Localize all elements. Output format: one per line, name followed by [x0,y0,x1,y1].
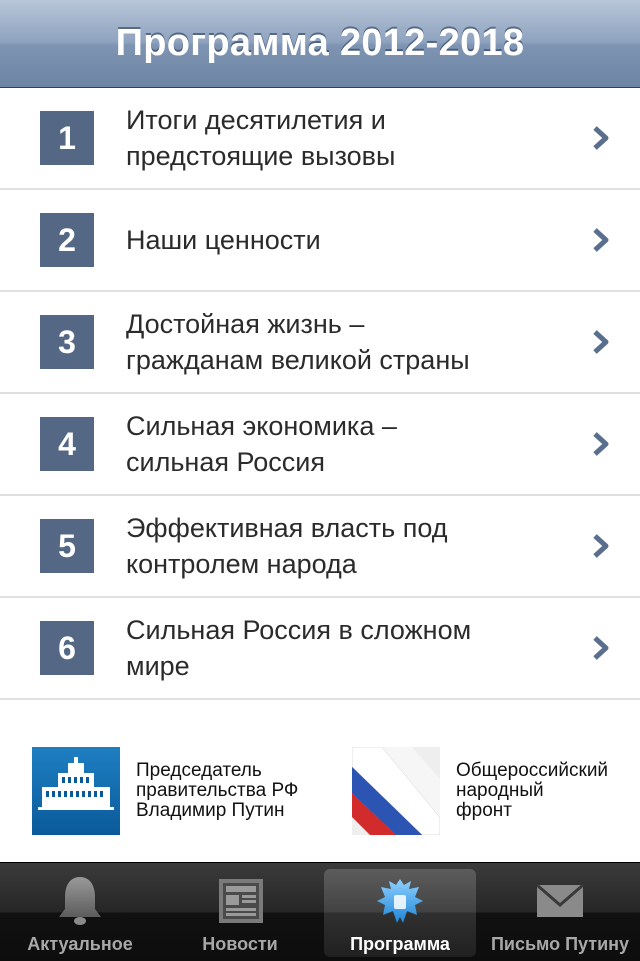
tab-pismo-putinu[interactable]: Письмо Путину [484,869,636,957]
section-title: Достойная жизнь – гражданам великой стра… [126,309,470,375]
tricolor-flag-icon [352,747,440,835]
section-row-6[interactable]: 6 Сильная Россия в сложном мире [0,598,640,700]
section-title: Сильная экономика – сильная Россия [126,411,397,477]
bell-icon [59,877,101,925]
program-section-list: 1 Итоги десятилетия и предстоящие вызовы… [0,88,640,700]
chevron-right-icon [593,534,609,558]
chevron-right-icon [593,126,609,150]
section-row-4[interactable]: 4 Сильная экономика – сильная Россия [0,394,640,496]
section-title: Наши ценности [126,225,321,255]
section-number-badge: 2 [40,213,94,267]
tab-label: Актуальное [27,934,133,954]
partner-text: Общероссийский народный фронт [456,760,609,821]
newspaper-icon [219,879,263,923]
section-number-badge: 5 [40,519,94,573]
section-row-2[interactable]: 2 Наши ценности [0,190,640,292]
partner-link-putin[interactable]: Председатель правительства РФ Владимир П… [32,746,298,836]
section-row-5[interactable]: 5 Эффективная власть под контролем народ… [0,496,640,598]
coat-of-arms-icon [377,879,423,923]
tab-programma[interactable]: Программа [324,869,476,957]
partner-link-front[interactable]: Общероссийский народный фронт [352,746,608,836]
navigation-bar: Программа 2012-2018 [0,0,640,88]
page-title: Программа 2012-2018 [115,22,525,64]
chevron-right-icon [593,432,609,456]
section-number-badge: 6 [40,621,94,675]
section-row-1[interactable]: 1 Итоги десятилетия и предстоящие вызовы [0,88,640,190]
partner-text: Председатель правительства РФ Владимир П… [136,760,299,821]
tab-novosti[interactable]: Новости [164,869,316,957]
tab-label: Письмо Путину [490,934,630,954]
chevron-right-icon [593,636,609,660]
government-house-icon [32,747,120,835]
tab-bar: Актуальное Новости Программа Письмо Пути… [0,862,640,961]
tab-aktualnoe[interactable]: Актуальное [4,869,156,957]
section-row-3[interactable]: 3 Достойная жизнь – гражданам великой ст… [0,292,640,394]
section-number-badge: 3 [40,315,94,369]
section-title: Эффективная власть под контролем народа [126,513,448,579]
partner-links: Председатель правительства РФ Владимир П… [0,720,640,862]
tab-label: Новости [202,934,278,954]
chevron-right-icon [593,228,609,252]
section-title: Итоги десятилетия и предстоящие вызовы [126,105,396,171]
section-number-badge: 4 [40,417,94,471]
tab-label: Программа [350,934,450,954]
chevron-right-icon [593,330,609,354]
section-number-badge: 1 [40,111,94,165]
envelope-icon [536,883,584,917]
section-title: Сильная Россия в сложном мире [126,615,472,681]
